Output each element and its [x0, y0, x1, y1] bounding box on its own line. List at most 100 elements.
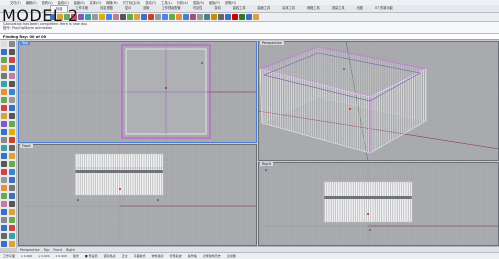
left-tool-icon[interactable]: [1, 81, 7, 87]
toolbar-tab[interactable]: 曲面工具: [252, 5, 275, 12]
left-tool-icon[interactable]: [1, 49, 7, 55]
status-item[interactable]: 锁定格点: [104, 254, 116, 258]
viewport-label-top[interactable]: Top: [20, 41, 30, 46]
left-tool-icon[interactable]: [1, 193, 7, 199]
toolbar-tab[interactable]: 设定视图: [95, 5, 118, 12]
status-item[interactable]: 操作轴: [188, 254, 197, 258]
viewport-tab[interactable]: Front: [53, 248, 62, 252]
status-item[interactable]: 物件锁点: [152, 254, 164, 258]
toolbar-tool-icon[interactable]: [113, 14, 119, 20]
toolbar-tool-icon[interactable]: [148, 14, 154, 20]
left-tool-icon[interactable]: [9, 121, 15, 127]
toolbar-tab[interactable]: 网格工具: [302, 5, 325, 12]
left-tool-icon[interactable]: [9, 129, 15, 135]
left-tool-icon[interactable]: [9, 97, 15, 103]
left-tool-icon[interactable]: [9, 217, 15, 223]
left-tool-icon[interactable]: [9, 89, 15, 95]
toolbar-tool-icon[interactable]: [127, 14, 133, 20]
left-tool-icon[interactable]: [9, 177, 15, 183]
left-tool-icon[interactable]: [1, 57, 7, 63]
toolbar-tool-icon[interactable]: [85, 14, 91, 20]
left-tool-icon[interactable]: [9, 153, 15, 159]
toolbar-tool-icon[interactable]: [225, 14, 231, 20]
left-tool-icon[interactable]: [1, 225, 7, 231]
left-tool-icon[interactable]: [9, 105, 15, 111]
status-item[interactable]: 过滤器: [227, 254, 236, 258]
viewport-tab[interactable]: Top: [44, 248, 50, 252]
left-tool-icon[interactable]: [9, 113, 15, 119]
toolbar-tool-icon[interactable]: [232, 14, 238, 20]
toolbar-tab[interactable]: 实体工具: [277, 5, 300, 12]
viewport-label-front[interactable]: Front: [20, 144, 33, 149]
toolbar-tool-icon[interactable]: [253, 14, 259, 20]
left-tool-icon[interactable]: [1, 169, 7, 175]
left-tool-icon[interactable]: [9, 233, 15, 239]
toolbar-tool-icon[interactable]: [106, 14, 112, 20]
toolbar-tool-icon[interactable]: [176, 14, 182, 20]
left-tool-icon[interactable]: [1, 121, 7, 127]
left-tool-icon[interactable]: [9, 145, 15, 151]
toolbar-tool-icon[interactable]: [211, 14, 217, 20]
toolbar-tab[interactable]: 显示: [120, 5, 136, 12]
toolbar-tab[interactable]: 出图: [351, 5, 367, 12]
toolbar-tool-icon[interactable]: [134, 14, 140, 20]
toolbar-tab[interactable]: 变动: [209, 5, 225, 12]
left-tool-icon[interactable]: [1, 177, 7, 183]
toolbar-tool-icon[interactable]: [99, 14, 105, 20]
toolbar-tab[interactable]: 可见性: [188, 5, 208, 12]
left-tool-icon[interactable]: [1, 41, 7, 47]
toolbar-tool-icon[interactable]: [155, 14, 161, 20]
left-tool-icon[interactable]: [1, 153, 7, 159]
toolbar-tab[interactable]: V7 的新功能: [370, 5, 398, 12]
left-tool-icon[interactable]: [1, 145, 7, 151]
viewport-label-right[interactable]: Right: [260, 162, 273, 167]
status-item[interactable]: 平面模式: [134, 254, 146, 258]
toolbar-tool-icon[interactable]: [239, 14, 245, 20]
left-tool-icon[interactable]: [1, 129, 7, 135]
left-tool-icon[interactable]: [9, 209, 15, 215]
toolbar-tool-icon[interactable]: [162, 14, 168, 20]
left-tool-icon[interactable]: [9, 137, 15, 143]
viewport-perspective[interactable]: Perspective: [258, 41, 499, 161]
command-prompt[interactable]: Finding Ray: 00 of 00: [0, 34, 499, 40]
toolbar-tool-icon[interactable]: [120, 14, 126, 20]
toolbar-tool-icon[interactable]: [141, 14, 147, 20]
left-tool-icon[interactable]: [1, 161, 7, 167]
left-tool-icon[interactable]: [9, 225, 15, 231]
left-tool-icon[interactable]: [1, 65, 7, 71]
left-tool-icon[interactable]: [1, 137, 7, 143]
toolbar-tool-icon[interactable]: [183, 14, 189, 20]
left-tool-icon[interactable]: [1, 97, 7, 103]
left-tool-icon[interactable]: [1, 89, 7, 95]
left-tool-icon[interactable]: [9, 201, 15, 207]
toolbar-tab[interactable]: 曲线工具: [228, 5, 251, 12]
left-tool-icon[interactable]: [1, 113, 7, 119]
viewport-right[interactable]: Right: [258, 162, 499, 246]
viewport-label-perspective[interactable]: Perspective: [260, 41, 284, 46]
status-item[interactable]: 正交: [122, 254, 128, 258]
left-tool-icon[interactable]: [1, 217, 7, 223]
left-tool-icon[interactable]: [9, 161, 15, 167]
left-tool-icon[interactable]: [9, 57, 15, 63]
viewport-tab[interactable]: Right: [66, 248, 75, 252]
viewport-front[interactable]: Front: [18, 144, 257, 246]
left-tool-icon[interactable]: [9, 241, 15, 247]
toolbar-tool-icon[interactable]: [204, 14, 210, 20]
left-tool-icon[interactable]: [9, 41, 15, 47]
left-tool-icon[interactable]: [9, 193, 15, 199]
toolbar-tool-icon[interactable]: [92, 14, 98, 20]
left-tool-icon[interactable]: [9, 169, 15, 175]
left-tool-icon[interactable]: [9, 73, 15, 79]
left-tool-icon[interactable]: [1, 233, 7, 239]
left-tool-icon[interactable]: [9, 81, 15, 87]
viewport-top[interactable]: Top: [18, 41, 257, 143]
left-tool-icon[interactable]: [9, 49, 15, 55]
status-item[interactable]: 智慧轨迹: [170, 254, 182, 258]
status-item[interactable]: 记录建构历史: [203, 254, 221, 258]
toolbar-tool-icon[interactable]: [246, 14, 252, 20]
left-tool-icon[interactable]: [1, 105, 7, 111]
toolbar-tool-icon[interactable]: [190, 14, 196, 20]
left-tool-icon[interactable]: [1, 209, 7, 215]
left-tool-icon[interactable]: [1, 201, 7, 207]
toolbar-tab[interactable]: 渲染工具: [327, 5, 350, 12]
